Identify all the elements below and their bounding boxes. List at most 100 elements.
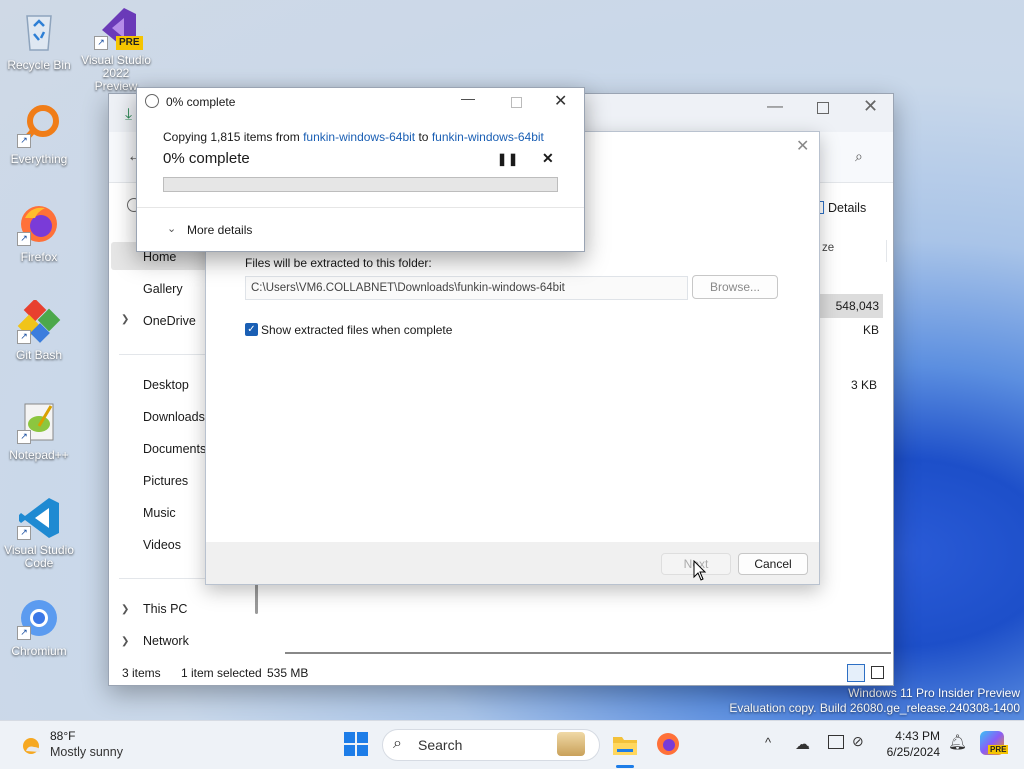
nav-item-downloads[interactable]: ⤓ Downloads: [143, 410, 205, 424]
shortcut-arrow-icon: ↗: [17, 526, 31, 540]
desktop-icon-everything[interactable]: ↗ Everything: [3, 104, 75, 166]
details-view-icon[interactable]: [847, 664, 865, 682]
shortcut-arrow-icon: ↗: [94, 36, 108, 50]
expand-chevron-down-icon[interactable]: ⌄: [167, 222, 176, 235]
shortcut-arrow-icon: ↗: [17, 626, 31, 640]
wizard-close-button[interactable]: ✕: [796, 136, 809, 156]
copy-progress-dialog: 0% complete — ✕ Copying 1,815 items from…: [136, 87, 585, 252]
desktop-icon-vscode[interactable]: ↗ Visual Studio Code: [3, 496, 75, 570]
show-hidden-icons-chevron-icon[interactable]: ^: [765, 735, 771, 750]
desktop-icon-label: Recycle Bin: [7, 58, 71, 72]
more-details-button[interactable]: More details: [187, 223, 252, 237]
file-size-value: 548,043 KB: [835, 299, 879, 337]
recycle-bin-icon: [17, 10, 61, 54]
nav-item-pictures[interactable]: Pictures: [143, 474, 205, 488]
desktop-icon-label: Everything: [10, 152, 68, 166]
nav-item-videos[interactable]: Videos: [143, 538, 205, 552]
search-icon: ⌕: [393, 735, 402, 752]
watermark-line-1: Windows 11 Pro Insider Preview: [848, 686, 1020, 700]
progress-minimize-button[interactable]: —: [461, 90, 475, 106]
copy-description: Copying 1,815 items from funkin-windows-…: [163, 130, 544, 144]
nav-item-desktop[interactable]: Desktop: [143, 378, 205, 392]
extract-folder-label: Files will be extracted to this folder:: [245, 256, 432, 270]
desktop-icon-chromium[interactable]: ↗ Chromium: [3, 596, 75, 658]
show-files-label: Show extracted files when complete: [261, 323, 453, 337]
start-button[interactable]: [343, 731, 371, 759]
desktop-icon-notepad-plus-plus[interactable]: ↗ Notepad++: [3, 400, 75, 462]
browse-button[interactable]: Browse...: [692, 275, 778, 299]
show-files-checkbox[interactable]: ✓: [245, 323, 258, 336]
nav-label: Downloads: [143, 410, 205, 424]
preview-badge: PRE: [116, 36, 143, 50]
desktop-icon-firefox[interactable]: ↗ Firefox: [3, 202, 75, 264]
tiles-view-icon[interactable]: [871, 666, 884, 679]
firefox-icon: ↗: [17, 202, 61, 246]
search-icon[interactable]: ⌕: [855, 148, 863, 165]
minimize-button[interactable]: —: [767, 98, 783, 116]
onedrive-offline-icon[interactable]: ☁: [795, 735, 810, 753]
pause-button[interactable]: ❚❚: [497, 152, 519, 166]
nav-label: Music: [143, 506, 176, 520]
search-placeholder: Search: [418, 737, 463, 753]
horizontal-scrollbar[interactable]: [285, 652, 891, 654]
taskbar-file-explorer[interactable]: [611, 731, 639, 759]
status-selected: 1 item selected: [181, 666, 262, 680]
taskbar: 88°F Mostly sunny ⌕ Search ^ ☁ ⊘ 4:43 PM…: [0, 720, 1024, 769]
cancel-button[interactable]: Cancel: [738, 553, 808, 575]
nav-label: Documents: [143, 442, 205, 456]
nav-item-network[interactable]: Network: [143, 634, 207, 648]
extract-path-input[interactable]: C:\Users\VM6.COLLABNET\Downloads\funkin-…: [245, 276, 688, 300]
desktop-icon-label: Git Bash: [15, 348, 63, 362]
firefox-icon: [657, 733, 679, 755]
weather-temperature[interactable]: 88°F: [50, 729, 75, 743]
desktop-icon-recycle-bin[interactable]: Recycle Bin: [3, 10, 75, 72]
nav-item-onedrive[interactable]: OneDrive: [143, 314, 205, 328]
copilot-preview-badge: PRE: [988, 745, 1009, 754]
desktop-icon-git-bash[interactable]: ↗ Git Bash: [3, 298, 75, 362]
notification-bell-icon[interactable]: 🔔︎: [948, 733, 967, 751]
git-bash-icon: ↗: [17, 298, 61, 344]
details-button[interactable]: Details: [813, 201, 866, 215]
desktop-icon-visual-studio-2022[interactable]: PRE ↗ Visual Studio 2022 Preview: [80, 6, 152, 93]
nav-item-documents[interactable]: Documents: [143, 442, 205, 456]
expand-this-pc-chevron-icon[interactable]: ❯: [121, 604, 129, 615]
cancel-copy-button[interactable]: ✕: [542, 150, 554, 167]
maximize-button[interactable]: [817, 102, 829, 114]
nav-label: Network: [143, 634, 189, 648]
status-item-count: 3 items: [122, 666, 161, 680]
nav-item-music[interactable]: Music: [143, 506, 205, 520]
visual-studio-icon: PRE ↗: [94, 6, 143, 50]
weather-widget[interactable]: [18, 733, 42, 757]
nav-item-home[interactable]: ⌂ Home: [143, 250, 207, 264]
clock-icon: [145, 94, 159, 108]
sunny-weather-icon: [23, 738, 40, 754]
close-button[interactable]: ✕: [863, 96, 878, 117]
nav-label: This PC: [143, 602, 188, 616]
notepad-plus-plus-icon: ↗: [17, 400, 61, 444]
taskbar-search-box[interactable]: ⌕ Search: [382, 729, 600, 761]
display-icon[interactable]: [828, 735, 844, 749]
size-column-header[interactable]: ze: [819, 240, 887, 262]
network-disconnected-icon[interactable]: ⊘: [852, 733, 864, 750]
progress-close-button[interactable]: ✕: [554, 91, 567, 111]
weather-description[interactable]: Mostly sunny: [50, 745, 123, 759]
nav-item-this-pc[interactable]: This PC: [143, 602, 205, 616]
file-size-2: 3 KB: [850, 378, 877, 392]
windows-logo-icon: [344, 732, 368, 756]
nav-label: Home: [143, 250, 177, 264]
progress-percent-label: 0% complete: [163, 150, 250, 167]
expand-onedrive-chevron-icon[interactable]: ❯: [121, 314, 129, 325]
copy-to-text: to: [415, 130, 432, 144]
nav-item-gallery[interactable]: Gallery: [143, 282, 207, 296]
taskbar-firefox[interactable]: [655, 731, 683, 759]
expand-network-chevron-icon[interactable]: ❯: [121, 636, 129, 647]
copy-progress-bar: [163, 177, 558, 192]
copy-source-link[interactable]: funkin-windows-64bit: [303, 130, 415, 144]
nav-label: Gallery: [143, 282, 183, 296]
copy-destination-link[interactable]: funkin-windows-64bit: [432, 130, 544, 144]
copilot-icon[interactable]: PRE: [980, 731, 1009, 755]
size-header-label: ze: [822, 242, 835, 254]
clock[interactable]: 4:43 PM 6/25/2024: [884, 729, 940, 759]
selected-file-size[interactable]: 548,043 KB: [819, 294, 883, 337]
desktop-icon-label: Chromium: [11, 644, 67, 658]
